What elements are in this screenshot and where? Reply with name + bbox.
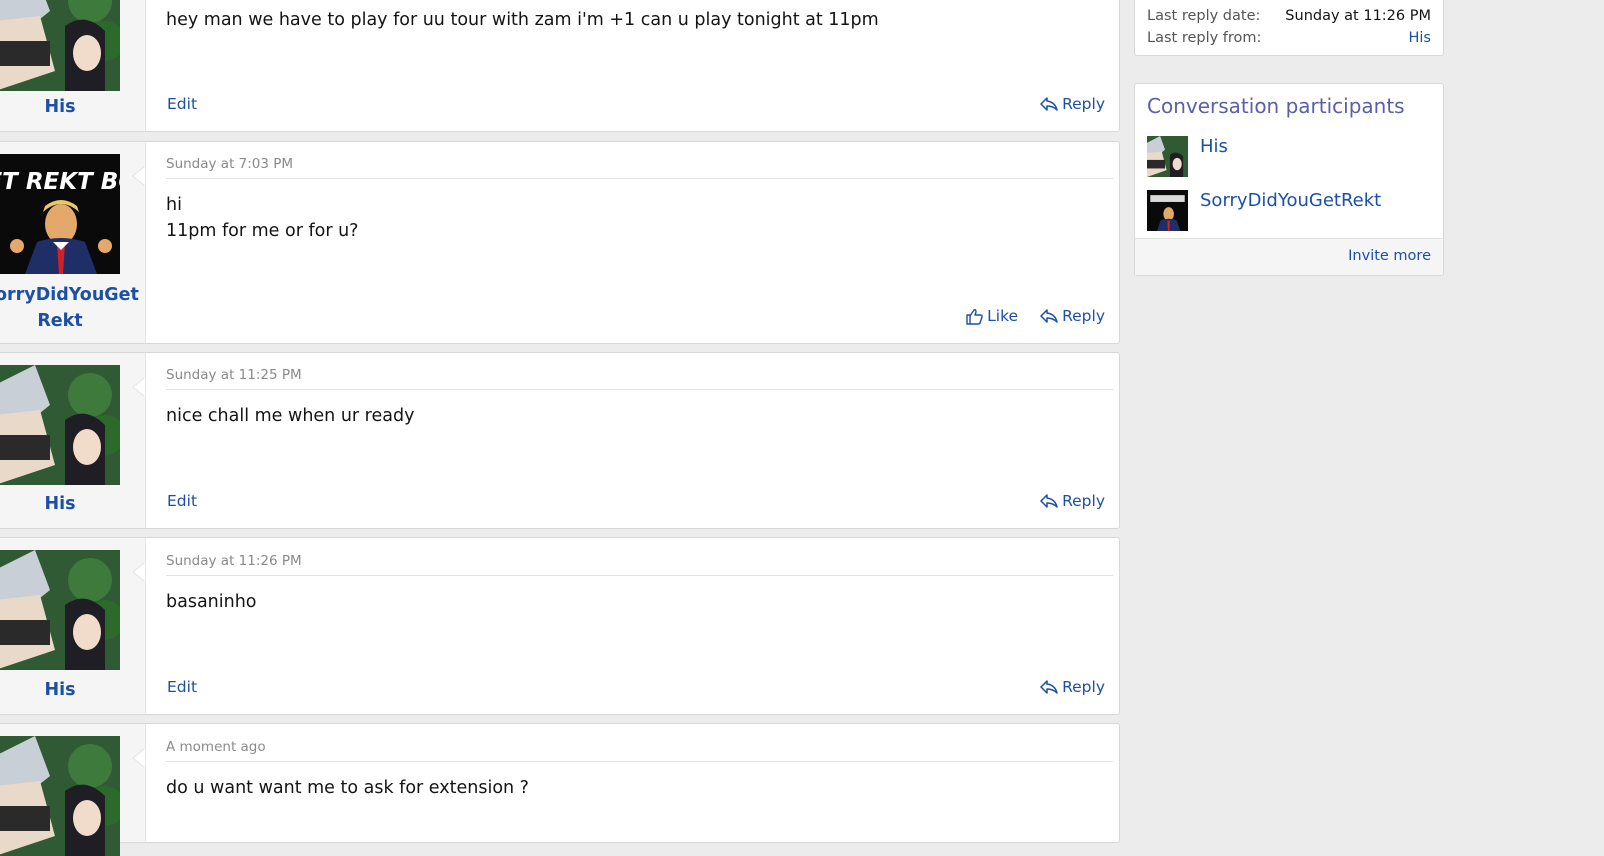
conversation-info-box: Last reply date: Sunday at 11:26 PM Last… [1134, 0, 1444, 56]
avatar[interactable] [0, 550, 120, 670]
avatar[interactable] [0, 736, 120, 856]
participant-item[interactable]: SorryDidYouGetRekt [1147, 190, 1381, 231]
message-body: nice chall me when ur ready [166, 406, 415, 426]
reply-icon [1040, 96, 1058, 112]
message-username[interactable]: His [0, 677, 125, 703]
participants-title: Conversation participants [1147, 94, 1405, 118]
thumbs-up-icon [966, 308, 983, 325]
avatar[interactable]: GET REKT BOI [0, 154, 120, 274]
avatar[interactable] [0, 0, 120, 91]
message-user-panel: His [0, 0, 146, 131]
info-label: Last reply date: [1147, 8, 1261, 24]
message-arrow [132, 562, 145, 582]
message-body: do u want want me to ask for extension ? [166, 778, 529, 798]
message-arrow [132, 377, 145, 397]
message-username[interactable]: His [0, 491, 125, 517]
info-row-last-reply-date: Last reply date: Sunday at 11:26 PM [1147, 8, 1431, 24]
reply-icon [1040, 493, 1058, 509]
reply-label: Reply [1062, 678, 1105, 696]
message-date: Sunday at 7:03 PM [166, 156, 1113, 179]
last-reply-from-link[interactable]: His [1409, 30, 1432, 46]
message-arrow [132, 166, 145, 186]
participants-footer: Invite more [1135, 238, 1443, 275]
message-user-panel: GET REKT BOI orryDidYouGet Rekt [0, 142, 146, 343]
reply-label: Reply [1062, 307, 1105, 325]
invite-more-link[interactable]: Invite more [1348, 248, 1431, 264]
info-value: Sunday at 11:26 PM [1285, 8, 1431, 24]
message-actions: Reply [1040, 95, 1105, 113]
message-date: Sunday at 11:26 PM [166, 553, 1113, 576]
reply-button[interactable]: Reply [1040, 678, 1105, 696]
message: GET REKT BOI orryDidYouGet Rekt Sunday a… [0, 141, 1120, 344]
like-button[interactable]: Like [966, 307, 1018, 325]
message: His hey man we have to play for uu tour … [0, 0, 1120, 132]
participant-name[interactable]: His [1200, 136, 1228, 157]
message: His Sunday at 11:26 PM basaninho Edit Re… [0, 537, 1120, 715]
reply-icon [1040, 308, 1058, 324]
participant-avatar[interactable] [1147, 136, 1188, 177]
message-user-panel: His [0, 538, 146, 714]
message-user-panel [0, 724, 146, 856]
message-actions: Reply [1040, 678, 1105, 696]
avatar-caption: GET REKT BOI [0, 169, 120, 195]
message-body: hey man we have to play for uu tour with… [166, 10, 879, 30]
participants-box: Conversation participants His SorryDidYo… [1134, 83, 1444, 276]
participant-avatar[interactable] [1147, 190, 1188, 231]
reply-icon [1040, 679, 1058, 695]
edit-button[interactable]: Edit [167, 95, 197, 113]
message-user-panel: His [0, 353, 146, 528]
message-body: hi 11pm for me or for u? [166, 195, 359, 241]
reply-button[interactable]: Reply [1040, 492, 1105, 510]
reply-button[interactable]: Reply [1040, 307, 1105, 325]
message: A moment ago do u want want me to ask fo… [0, 723, 1120, 856]
message-date: Sunday at 11:25 PM [166, 367, 1113, 390]
message: His Sunday at 11:25 PM nice chall me whe… [0, 352, 1120, 529]
message-actions: Like Reply [966, 307, 1105, 325]
participant-name[interactable]: SorryDidYouGetRekt [1200, 190, 1381, 211]
reply-button[interactable]: Reply [1040, 95, 1105, 113]
reply-label: Reply [1062, 492, 1105, 510]
message-date: A moment ago [166, 739, 1113, 762]
message-username[interactable]: orryDidYouGet Rekt [0, 282, 139, 334]
reply-label: Reply [1062, 95, 1105, 113]
info-row-last-reply-from: Last reply from: His [1147, 30, 1431, 46]
avatar[interactable] [0, 365, 120, 485]
like-label: Like [987, 307, 1019, 325]
edit-button[interactable]: Edit [167, 492, 197, 510]
info-label: Last reply from: [1147, 30, 1262, 46]
message-body: basaninho [166, 592, 257, 612]
message-username[interactable]: His [0, 94, 125, 120]
participant-item[interactable]: His [1147, 136, 1228, 177]
message-actions: Reply [1040, 492, 1105, 510]
message-arrow [132, 748, 145, 768]
edit-button[interactable]: Edit [167, 678, 197, 696]
